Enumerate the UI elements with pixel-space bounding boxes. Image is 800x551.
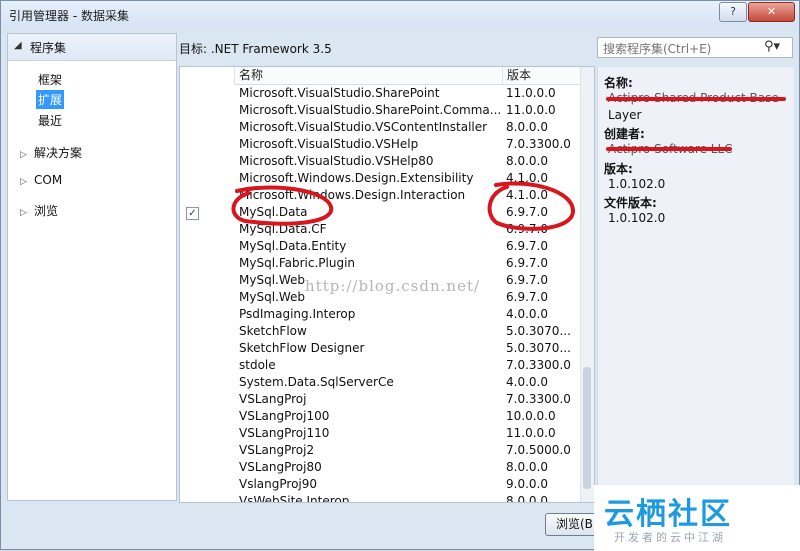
reference-manager-window: 引用管理器 - 数据采集 ? ✕ ◢ 程序集 框架 扩展 最近 ▷ 解决方案 ▷ C… [0,0,800,551]
brand-logo: 云栖社区 [604,497,732,532]
annotation-overlay [231,181,576,231]
highlight-ring-version [487,181,576,231]
brand-watermark: 云栖社区 开发者的云中江湖 [594,485,800,551]
brand-slogan: 开发者的云中江湖 [614,531,726,544]
highlight-ring-mysql-data [231,185,334,226]
